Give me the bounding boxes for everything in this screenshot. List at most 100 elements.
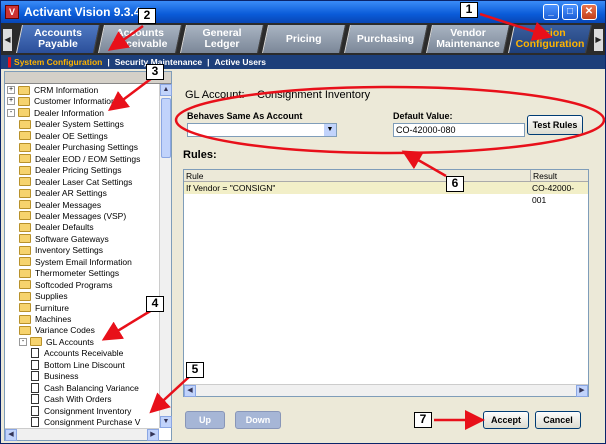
tree-leaf-item[interactable]: Consignment Inventory (31, 405, 131, 417)
table-row[interactable]: If Vendor = "CONSIGN" CO-42000-001 (184, 182, 588, 205)
tree-folder-item[interactable]: Dealer System Settings (19, 118, 124, 130)
window-title: Activant Vision 9.3.4 (24, 5, 141, 19)
navigation-tree: + CRM Information + Customer Information - De… (5, 84, 159, 428)
tab-vision-configuration[interactable]: Vision Configuration (508, 25, 592, 53)
collapse-icon[interactable]: - (7, 108, 15, 117)
tree-leaf-item[interactable]: Cash With Orders (31, 393, 112, 405)
tree-item-label: Supplies (35, 291, 68, 302)
callout-1: 1 (460, 2, 478, 18)
document-icon (31, 359, 39, 370)
tree-folder-item[interactable]: + Customer Information (7, 95, 116, 107)
tree-item-label: GL Accounts (46, 336, 94, 347)
tree-horizontal-scrollbar[interactable]: ◀ ▶ (5, 428, 159, 441)
scroll-down-icon[interactable]: ▼ (160, 416, 172, 428)
tree-item-label: Cash Balancing Variance (44, 382, 139, 393)
tree-folder-item[interactable]: - GL Accounts (19, 336, 94, 348)
tree-folder-item[interactable]: Softcoded Programs (19, 279, 112, 291)
right-edge-bar (591, 71, 605, 441)
module-tab-bar: ◀ Accounts Payable Accounts Receivable G… (1, 23, 605, 55)
cancel-button[interactable]: Cancel (535, 411, 581, 429)
tree-folder-item[interactable]: + CRM Information (7, 84, 98, 96)
tab-accounts-payable[interactable]: Accounts Payable (16, 25, 100, 53)
tree-folder-item[interactable]: Dealer Messages (19, 199, 101, 211)
tree-folder-item[interactable]: Furniture (19, 302, 69, 314)
tree-leaf-item[interactable]: Business (31, 370, 79, 382)
tree-folder-item[interactable]: Dealer Messages (VSP) (19, 210, 126, 222)
behaves-same-as-dropdown[interactable]: ▼ (187, 123, 337, 137)
tree-folder-item[interactable]: Inventory Settings (19, 244, 103, 256)
expand-icon[interactable]: + (7, 97, 15, 106)
tree-item-label: Softcoded Programs (35, 279, 113, 290)
tree-folder-item[interactable]: Machines (19, 313, 71, 325)
tab-scroll-right-icon[interactable]: ▶ (594, 29, 603, 51)
maximize-button[interactable]: □ (562, 4, 578, 20)
bullet-icon: ▐ (5, 57, 12, 67)
tab-purchasing[interactable]: Purchasing (344, 25, 428, 53)
tree-vertical-scrollbar[interactable]: ▲ ▼ (159, 84, 172, 428)
scroll-left-icon[interactable]: ◀ (184, 385, 196, 397)
tree-folder-item[interactable]: Dealer EOD / EOM Settings (19, 153, 140, 165)
tree-item-label: Dealer System Settings (35, 119, 124, 130)
tree-leaf-item[interactable]: Consignment Purchase V (31, 416, 140, 428)
tree-leaf-item[interactable]: Accounts Receivable (31, 347, 123, 359)
default-value-input[interactable]: CO-42000-080 (393, 123, 525, 137)
scroll-up-icon[interactable]: ▲ (160, 84, 172, 96)
folder-icon (19, 222, 31, 232)
tree-item-label: CRM Information (34, 85, 99, 95)
tree-leaf-item[interactable]: Bottom Line Discount (31, 359, 125, 371)
sub-navigation: ▐ System Configuration | Security Mainte… (1, 55, 605, 69)
close-button[interactable]: ✕ (581, 4, 597, 20)
expand-icon[interactable]: + (7, 86, 15, 94)
tab-scroll-left-icon[interactable]: ◀ (3, 29, 12, 51)
default-value-label: Default Value: (393, 111, 453, 121)
scroll-right-icon[interactable]: ▶ (576, 385, 588, 397)
tab-accounts-receivable[interactable]: Accounts Receivable (98, 25, 182, 53)
tree-item-label: Accounts Receivable (44, 348, 124, 359)
folder-icon (19, 142, 31, 152)
scrollbar-thumb[interactable] (161, 98, 171, 158)
accept-button[interactable]: Accept (483, 411, 529, 429)
tree-item-label: Consignment Purchase V (44, 417, 141, 428)
folder-icon (19, 314, 31, 324)
tab-pricing[interactable]: Pricing (262, 25, 346, 53)
tree-folder-item[interactable]: Thermometer Settings (19, 267, 119, 279)
tree-folder-item[interactable]: - Dealer Information (7, 107, 104, 119)
column-header-rule[interactable]: Rule (186, 170, 203, 182)
column-header-result[interactable]: Result (530, 170, 557, 182)
tree-item-label: Bottom Line Discount (44, 359, 125, 370)
tree-folder-item[interactable]: Dealer Pricing Settings (19, 164, 121, 176)
title-bar: V Activant Vision 9.3.4 _ □ ✕ (1, 1, 605, 23)
rule-cell: If Vendor = "CONSIGN" (186, 183, 276, 193)
tree-folder-item[interactable]: Dealer OE Settings (19, 130, 108, 142)
tree-item-label: Furniture (35, 302, 70, 313)
minimize-button[interactable]: _ (543, 4, 559, 20)
rules-horizontal-scrollbar[interactable]: ◀ ▶ (184, 384, 588, 397)
scroll-right-icon[interactable]: ▶ (147, 429, 159, 441)
tree-item-label: Inventory Settings (35, 245, 104, 256)
tree-folder-item[interactable]: Dealer AR Settings (19, 187, 107, 199)
tree-folder-item[interactable]: Dealer Purchasing Settings (19, 141, 138, 153)
tree-folder-item[interactable]: Dealer Defaults (19, 221, 94, 233)
test-rules-button[interactable]: Test Rules (527, 115, 583, 135)
tree-leaf-item[interactable]: Cash Balancing Variance (31, 382, 139, 394)
tree-folder-item[interactable]: System Email Information (19, 256, 132, 268)
tab-general-ledger[interactable]: General Ledger (180, 25, 264, 53)
subnav-active-users[interactable]: Active Users (215, 57, 267, 67)
tree-item-label: Customer Information (34, 96, 116, 107)
tab-vendor-maintenance[interactable]: Vendor Maintenance (426, 25, 510, 53)
tree-item-label: Dealer OE Settings (35, 130, 108, 141)
document-icon (31, 371, 39, 382)
chevron-down-icon[interactable]: ▼ (324, 124, 336, 136)
subnav-system-configuration[interactable]: System Configuration (14, 57, 102, 67)
down-button[interactable]: Down (235, 411, 281, 429)
tree-folder-item[interactable]: Dealer Laser Cat Settings (19, 176, 132, 188)
tree-folder-item[interactable]: Software Gateways (19, 233, 109, 245)
tree-folder-item[interactable]: Variance Codes (19, 324, 95, 336)
tree-folder-item[interactable]: Supplies (19, 290, 68, 302)
collapse-icon[interactable]: - (19, 337, 27, 346)
up-button[interactable]: Up (185, 411, 225, 429)
tree-item-label: Dealer Messages (35, 199, 102, 210)
scroll-left-icon[interactable]: ◀ (5, 429, 17, 441)
callout-6: 6 (446, 176, 464, 192)
tree-item-label: Variance Codes (35, 325, 95, 336)
